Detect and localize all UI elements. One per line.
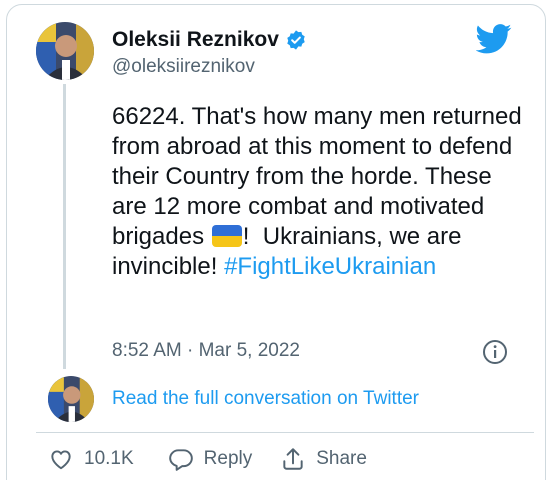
reply-label: Reply bbox=[203, 448, 253, 469]
author-display-name[interactable]: Oleksii Reznikov bbox=[112, 28, 279, 52]
verified-badge-icon bbox=[287, 30, 305, 50]
ukraine-flag-emoji bbox=[211, 225, 242, 247]
info-icon[interactable] bbox=[482, 339, 508, 365]
tweet-timestamp[interactable]: 8:52 AM · Mar 5, 2022 bbox=[112, 340, 300, 362]
twitter-bird-icon[interactable] bbox=[476, 24, 512, 54]
author-handle[interactable]: @oleksiireznikov bbox=[112, 56, 255, 78]
reply-button[interactable]: Reply bbox=[168, 446, 253, 472]
author-name-row: Oleksii Reznikov bbox=[112, 28, 307, 52]
action-bar: 10.1K Reply Share bbox=[48, 446, 367, 472]
reply-icon bbox=[168, 449, 193, 471]
share-icon bbox=[283, 448, 303, 470]
hashtag-link[interactable]: #FightLikeUkrainian bbox=[224, 253, 436, 280]
like-count: 10.1K bbox=[84, 448, 134, 469]
share-button[interactable]: Share bbox=[280, 446, 367, 472]
heart-icon bbox=[51, 450, 71, 470]
thread-line bbox=[63, 84, 66, 369]
tweet-text: 66224. That's how many men returned from… bbox=[112, 102, 532, 282]
author-avatar-small[interactable] bbox=[48, 376, 94, 422]
share-label: Share bbox=[316, 448, 367, 469]
author-avatar[interactable] bbox=[36, 22, 94, 80]
read-conversation-link[interactable]: Read the full conversation on Twitter bbox=[112, 388, 419, 410]
like-button[interactable]: 10.1K bbox=[48, 446, 134, 472]
divider bbox=[36, 432, 534, 433]
